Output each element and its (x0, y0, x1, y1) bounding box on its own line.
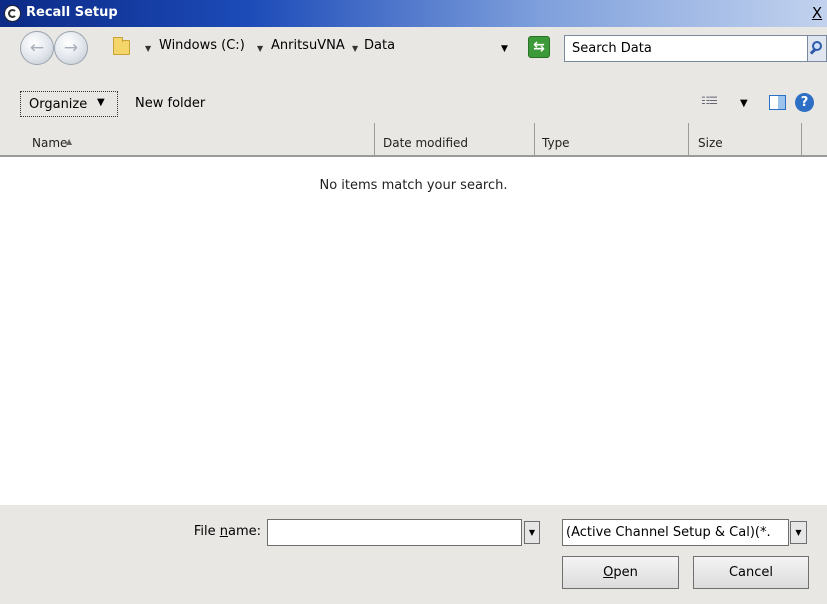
back-button[interactable]: ← (20, 31, 54, 65)
breadcrumb-item[interactable]: AnritsuVNA (271, 38, 345, 53)
new-folder-button[interactable]: New folder (135, 96, 205, 111)
file-name-dropdown-icon[interactable]: ▼ (524, 521, 540, 544)
open-button[interactable]: Open (562, 556, 679, 589)
column-header-size[interactable]: Size (686, 123, 801, 157)
back-arrow-icon: ← (29, 38, 45, 58)
search-icon[interactable] (808, 35, 827, 62)
folder-icon (113, 37, 130, 55)
sort-ascending-icon: ▲ (66, 137, 73, 146)
title-bar (0, 0, 827, 27)
column-divider[interactable] (801, 123, 802, 155)
view-options-icon[interactable]: ☷☰ (701, 96, 718, 108)
breadcrumb-arrow-icon[interactable]: ▼ (257, 44, 263, 53)
breadcrumb-item[interactable]: Data (364, 38, 395, 53)
column-header-date-modified[interactable]: Date modified (371, 123, 534, 157)
breadcrumb-arrow-icon[interactable]: ▼ (145, 44, 151, 53)
view-dropdown-icon[interactable]: ▼ (740, 98, 748, 109)
window-title: Recall Setup (26, 5, 118, 20)
file-list[interactable] (0, 157, 827, 505)
column-header-name[interactable]: Name (20, 123, 374, 157)
search-input[interactable]: Search Data (564, 35, 808, 62)
chevron-down-icon: ▼ (97, 97, 105, 108)
file-name-input[interactable] (267, 519, 522, 546)
file-name-label: File name: (193, 524, 261, 539)
file-type-dropdown-icon[interactable]: ▼ (790, 521, 807, 544)
organize-label: Organize (29, 97, 88, 112)
refresh-icon[interactable]: ⇆ (528, 36, 550, 58)
forward-button[interactable]: → (54, 31, 88, 65)
help-icon[interactable]: ? (795, 93, 814, 112)
column-header-type[interactable]: Type (530, 123, 688, 157)
app-icon (4, 5, 21, 22)
empty-list-message: No items match your search. (319, 178, 508, 193)
breadcrumb-item[interactable]: Windows (C:) (159, 38, 245, 53)
cancel-button[interactable]: Cancel (693, 556, 809, 589)
close-icon[interactable]: X (808, 3, 826, 23)
breadcrumb-arrow-icon[interactable]: ▼ (352, 44, 358, 53)
address-dropdown-icon[interactable]: ▼ (501, 44, 508, 54)
file-type-select[interactable]: (Active Channel Setup & Cal)(*. (562, 519, 789, 546)
forward-arrow-icon: → (63, 38, 79, 58)
preview-pane-icon[interactable] (769, 95, 786, 110)
